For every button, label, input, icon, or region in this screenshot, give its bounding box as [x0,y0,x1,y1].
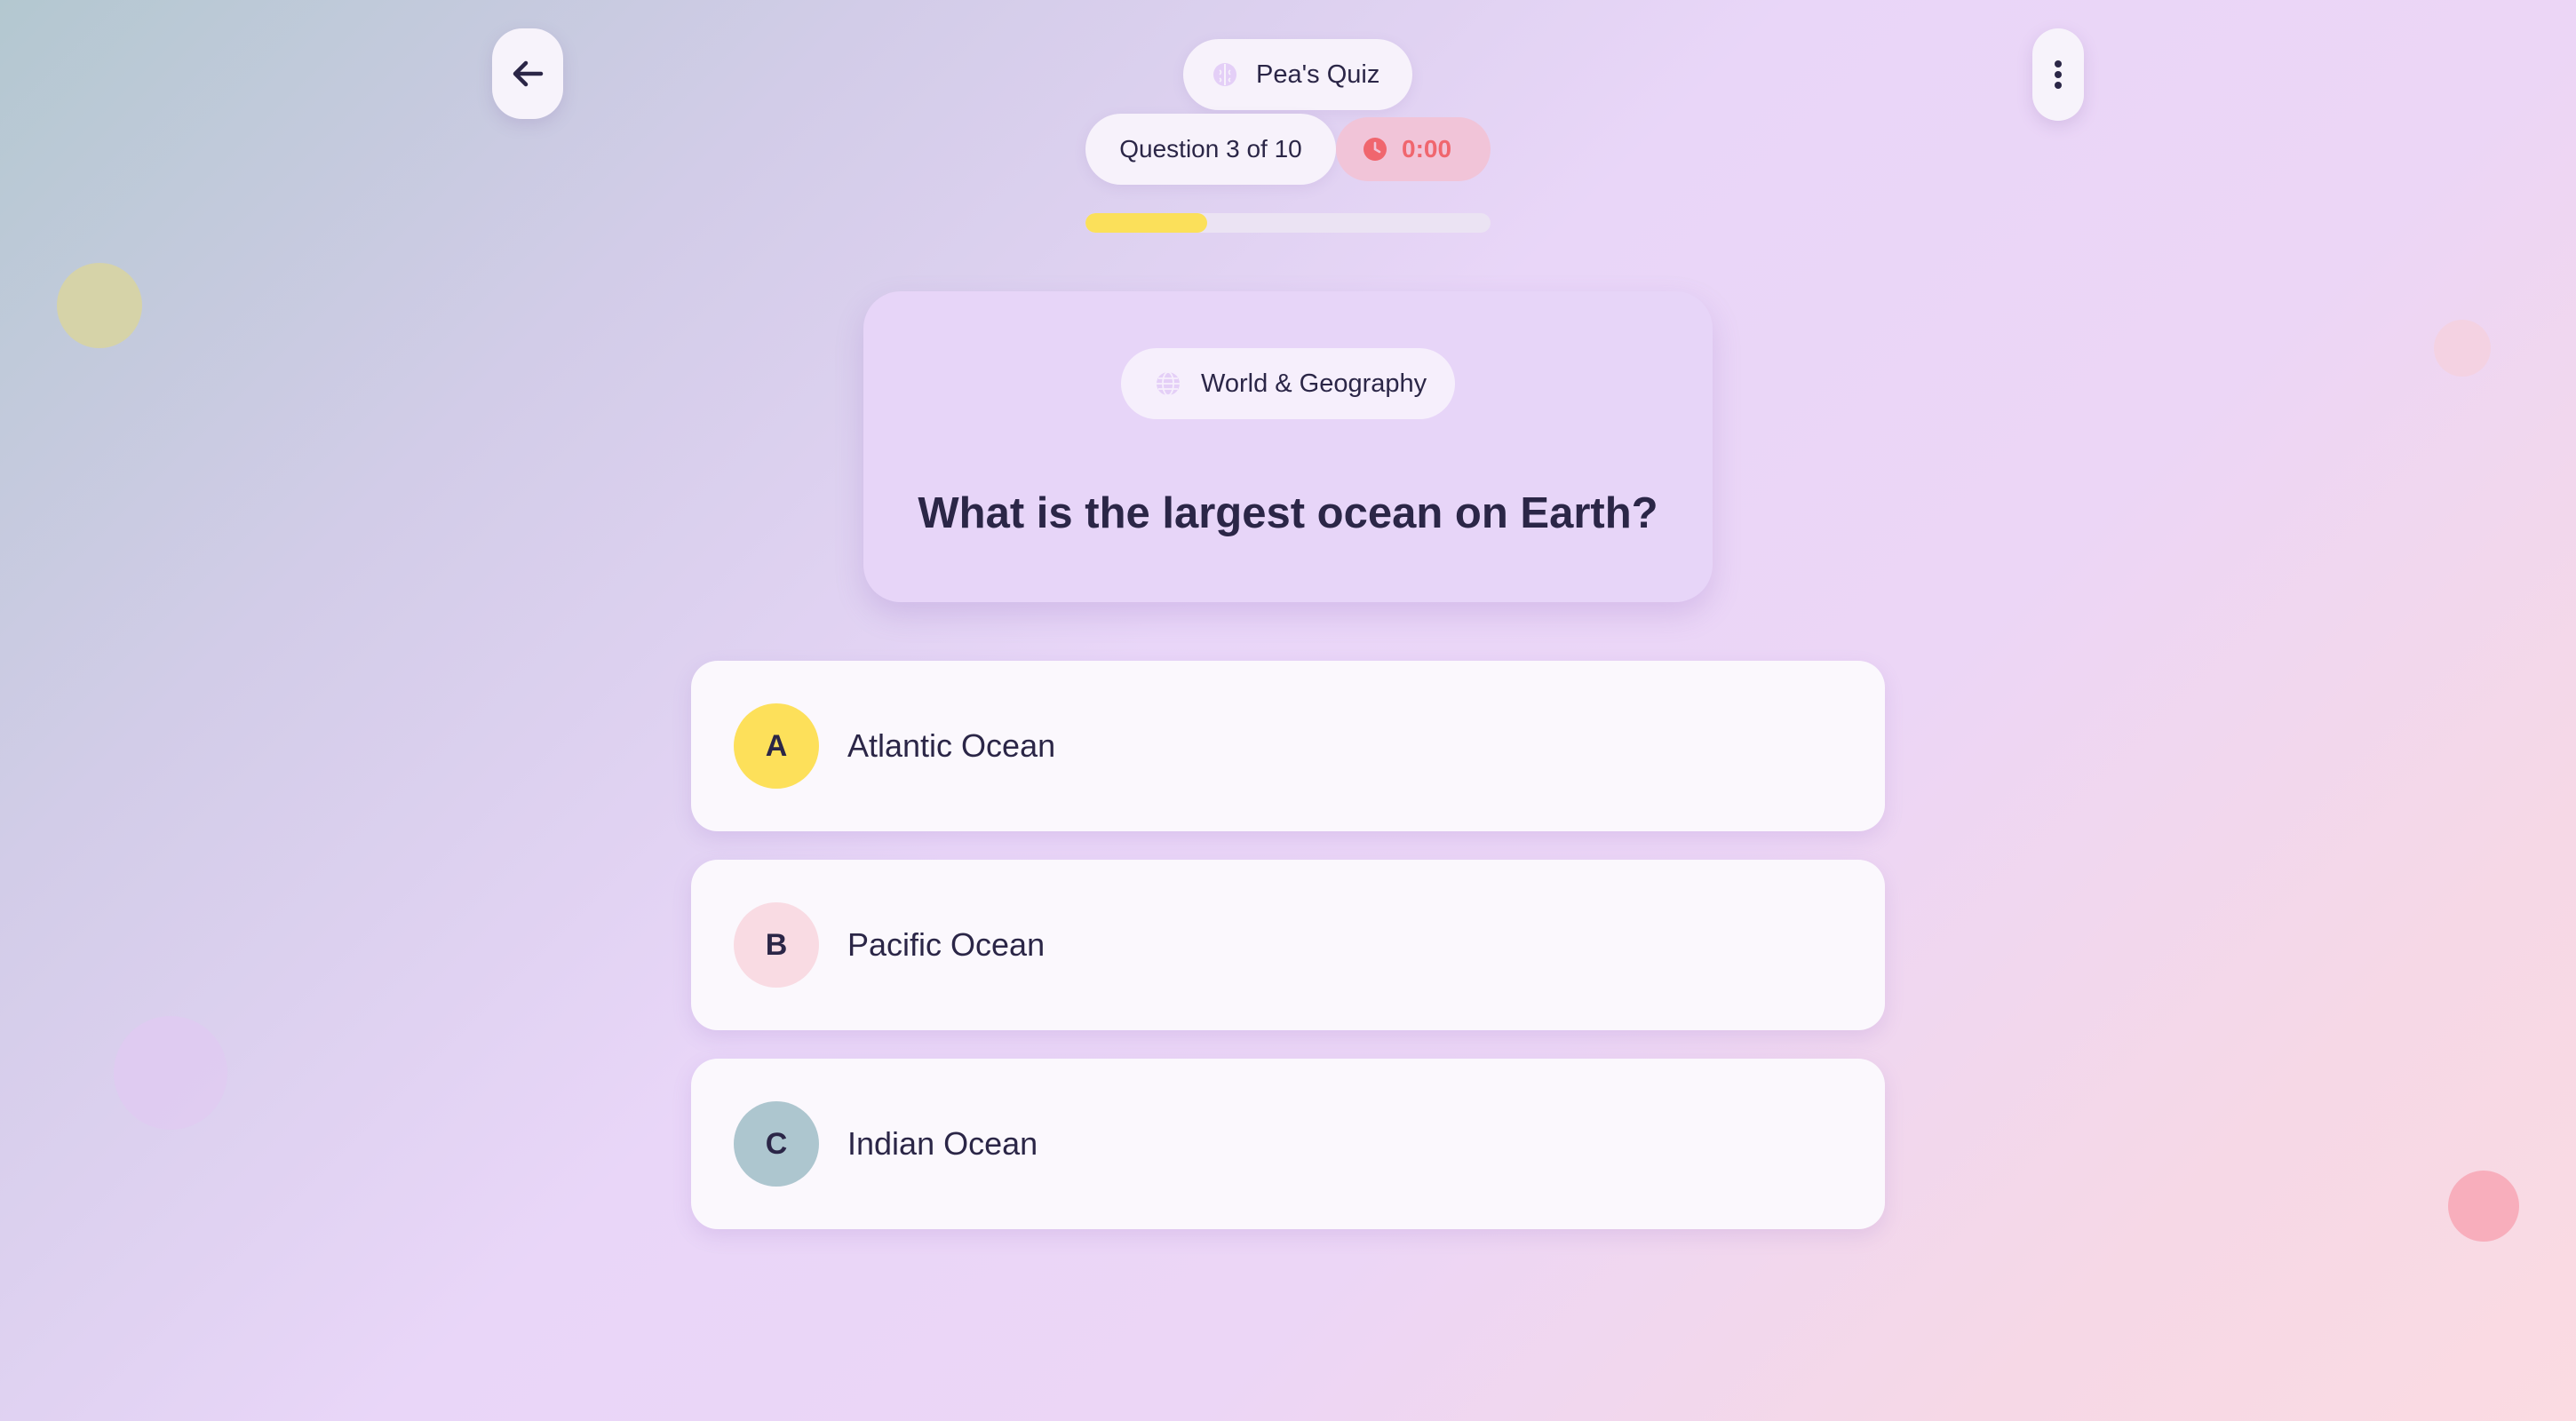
timer-badge: 0:00 [1336,117,1491,181]
option-text: Atlantic Ocean [847,727,1056,764]
question-counter-label: Question 3 of 10 [1119,135,1302,163]
quiz-title: Pea's Quiz [1256,60,1380,89]
more-options-button[interactable] [2032,28,2084,121]
decorative-circle-yellow [57,263,142,348]
timer-value: 0:00 [1402,135,1452,163]
back-button[interactable] [492,28,563,119]
clock-icon [1364,138,1387,161]
progress-bar-fill [1085,213,1207,233]
question-text: What is the largest ocean on Earth? [918,489,1658,537]
question-counter: Question 3 of 10 [1085,114,1336,185]
decorative-circle-pink [2448,1171,2519,1242]
more-vertical-icon [2055,60,2062,89]
answer-option-a[interactable]: A Atlantic Ocean [691,661,1885,831]
arrow-left-icon [513,60,544,87]
option-letter-badge: C [734,1101,819,1187]
globe-icon [1157,371,1180,396]
option-text: Indian Ocean [847,1125,1038,1162]
answer-option-c[interactable]: C Indian Ocean [691,1059,1885,1229]
brain-icon [1213,63,1236,86]
question-card: World & Geography What is the largest oc… [863,291,1713,602]
category-pill: World & Geography [1121,348,1455,419]
answer-option-b[interactable]: B Pacific Ocean [691,860,1885,1030]
category-label: World & Geography [1201,369,1427,398]
quiz-brand-pill: Pea's Quiz [1183,39,1412,110]
option-text: Pacific Ocean [847,926,1046,963]
option-letter-badge: A [734,703,819,789]
decorative-circle-lilac [114,1016,227,1130]
progress-bar [1085,213,1491,233]
decorative-circle-peach [2434,320,2491,377]
option-letter-badge: B [734,902,819,988]
